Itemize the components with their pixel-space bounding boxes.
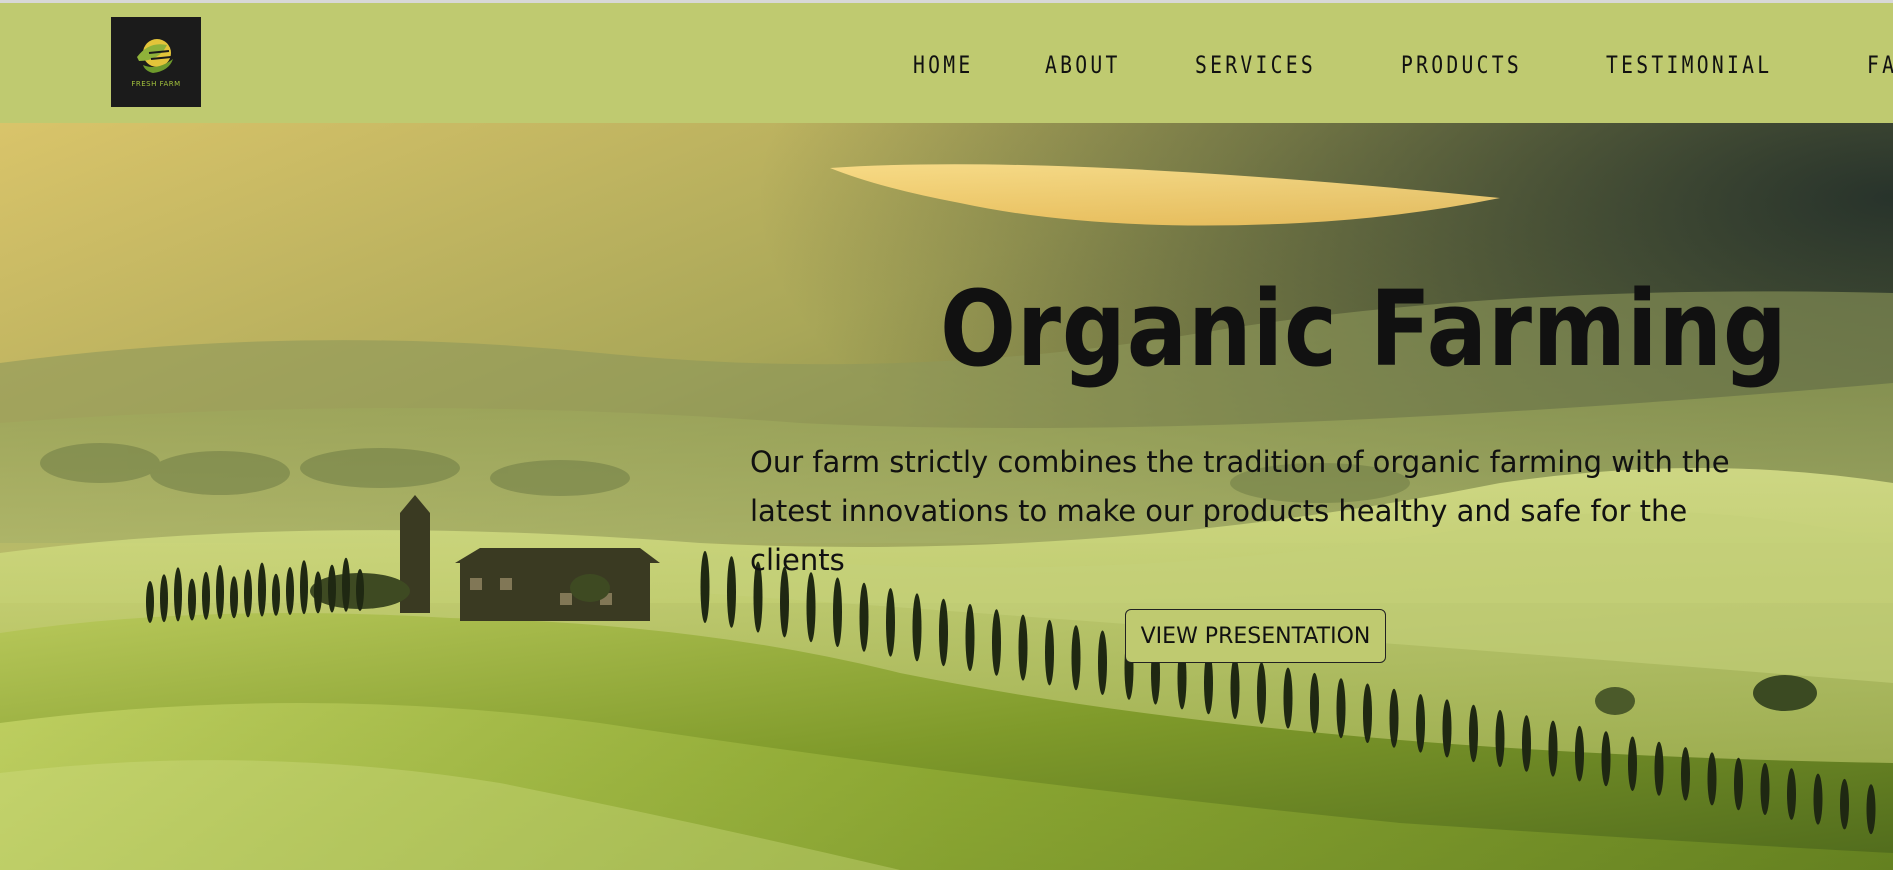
nav-services[interactable]: SERVICES xyxy=(1195,51,1316,79)
nav-about[interactable]: ABOUT xyxy=(1045,51,1121,79)
view-presentation-button[interactable]: VIEW PRESENTATION xyxy=(1125,609,1386,663)
site-header: FRESH FARM HOME ABOUT SERVICES PRODUCTS … xyxy=(0,3,1893,123)
hero-description: Our farm strictly combines the tradition… xyxy=(750,445,1730,577)
nav-faq[interactable]: FAQ xyxy=(1867,51,1893,79)
logo-text: FRESH FARM xyxy=(131,80,181,88)
hero-title: Organic Farming xyxy=(940,268,1788,390)
brand-logo[interactable]: FRESH FARM xyxy=(111,17,201,107)
nav-home[interactable]: HOME xyxy=(913,51,974,79)
main-nav: HOME ABOUT SERVICES PRODUCTS TESTIMONIAL… xyxy=(913,47,1893,83)
nav-testimonial[interactable]: TESTIMONIAL xyxy=(1606,51,1772,79)
leaf-sun-logo-icon xyxy=(137,39,173,73)
nav-products[interactable]: PRODUCTS xyxy=(1401,51,1522,79)
hero-section: Organic Farming Our farm strictly combin… xyxy=(0,123,1893,870)
